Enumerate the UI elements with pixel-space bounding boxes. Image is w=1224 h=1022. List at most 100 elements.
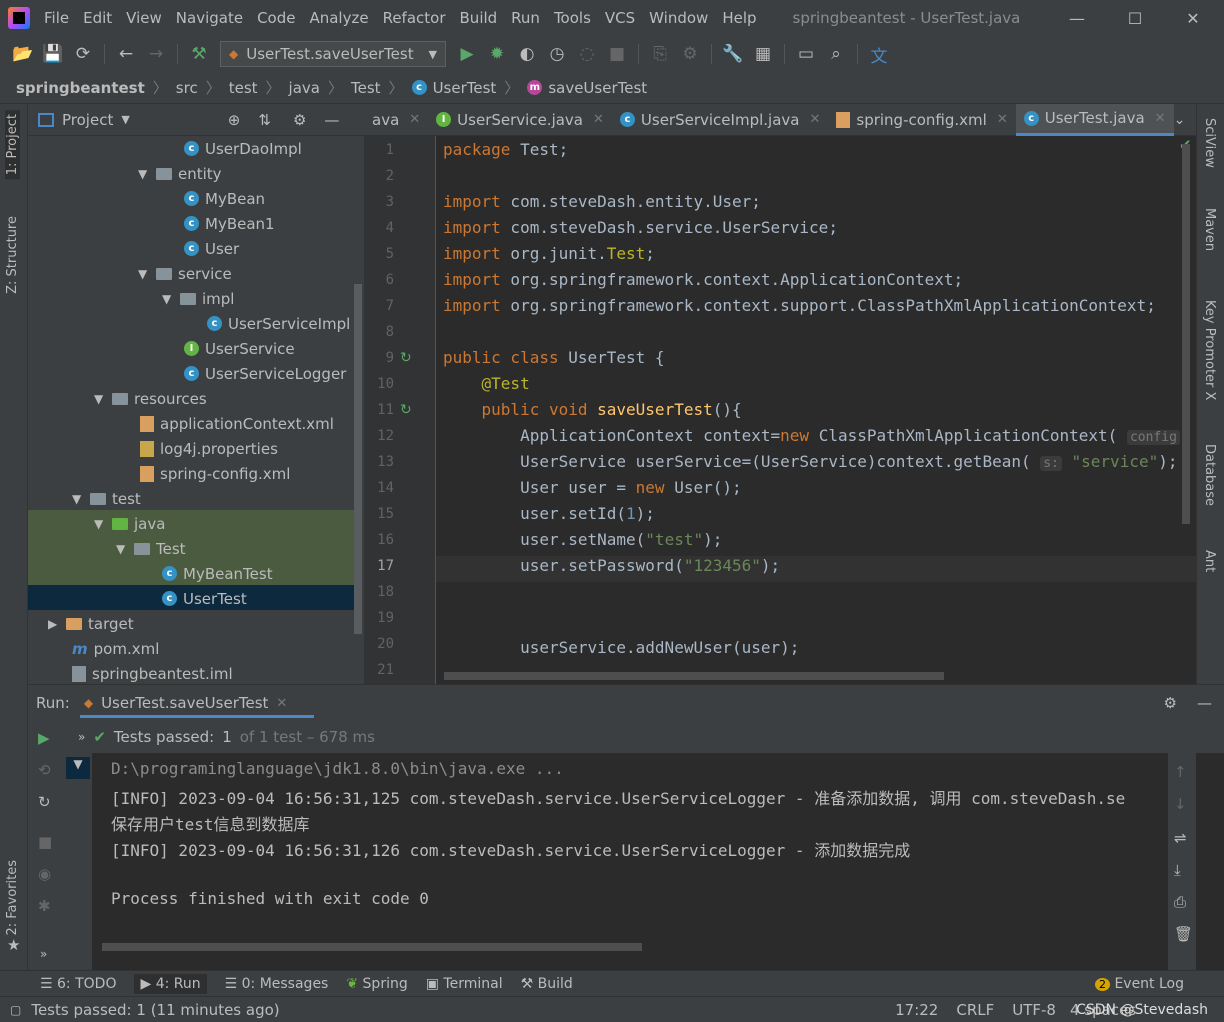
- coverage-icon[interactable]: ◐: [512, 40, 542, 68]
- chevron-down-icon[interactable]: ▼: [121, 113, 129, 126]
- menu-run[interactable]: Run: [511, 9, 540, 27]
- tree-item[interactable]: c UserDaoImpl: [184, 136, 302, 161]
- code-line[interactable]: UserService userService=(UserService)con…: [443, 452, 1177, 471]
- code-line[interactable]: userService.addNewUser(user);: [443, 638, 799, 657]
- ant-tool-tab[interactable]: Ant: [1202, 550, 1217, 572]
- tree-item[interactable]: ▶ target: [48, 611, 134, 636]
- code-line[interactable]: public void saveUserTest(){: [443, 400, 742, 419]
- minimize-icon[interactable]: —: [1048, 0, 1106, 36]
- tab-spring-config[interactable]: spring-config.xml ✕: [828, 104, 1015, 136]
- tree-item[interactable]: c User: [184, 236, 239, 261]
- project-structure-icon[interactable]: ▦: [748, 40, 778, 68]
- menu-view[interactable]: View: [126, 9, 162, 27]
- tree-item-selected[interactable]: c UserTest: [162, 586, 247, 611]
- breadcrumb-project[interactable]: springbeantest 〉: [16, 77, 176, 98]
- breadcrumb-java[interactable]: java 〉: [289, 77, 351, 98]
- menu-refactor[interactable]: Refactor: [383, 9, 446, 27]
- code-line[interactable]: User user = new User();: [443, 478, 742, 497]
- presentation-icon[interactable]: ▭: [791, 40, 821, 68]
- back-icon[interactable]: ←: [111, 40, 141, 68]
- collapse-arrow-icon[interactable]: ▼: [66, 757, 90, 779]
- settings-icon[interactable]: ✱: [38, 897, 51, 915]
- code-line[interactable]: import org.springframework.context.Appli…: [443, 270, 963, 289]
- save-all-icon[interactable]: 💾: [38, 40, 68, 68]
- menu-tools[interactable]: Tools: [554, 9, 591, 27]
- gear-icon[interactable]: ⚙: [293, 111, 306, 129]
- more-icon[interactable]: »: [40, 947, 47, 961]
- run-tab[interactable]: UserTest.saveUserTest: [101, 694, 268, 712]
- tab-usertest[interactable]: c UserTest.java ✕: [1015, 103, 1174, 136]
- tabs-overflow-chevron-icon[interactable]: ⌄: [1174, 112, 1186, 128]
- translate-icon[interactable]: 文: [864, 40, 894, 68]
- event-log-tab[interactable]: 2 Event Log: [1094, 976, 1184, 992]
- tree-item[interactable]: ▼ service: [138, 261, 232, 286]
- console-horizontal-scrollbar[interactable]: [102, 943, 642, 951]
- breadcrumb-package[interactable]: Test 〉: [351, 77, 412, 98]
- breadcrumb-method[interactable]: m saveUserTest: [527, 79, 647, 97]
- editor-vertical-scrollbar[interactable]: [1182, 144, 1190, 524]
- tree-item[interactable]: ▼ java: [94, 511, 165, 536]
- project-scrollbar[interactable]: [354, 284, 362, 634]
- menu-help[interactable]: Help: [722, 9, 756, 27]
- code-line[interactable]: user.setPassword("123456");: [443, 556, 780, 575]
- code-line[interactable]: import com.steveDash.service.UserService…: [443, 218, 838, 237]
- close-tab-icon[interactable]: ✕: [409, 112, 420, 127]
- open-folder-icon[interactable]: 📂: [8, 40, 38, 68]
- tree-item[interactable]: springbeantest.iml: [72, 661, 233, 686]
- settings-wrench-icon[interactable]: 🔧: [718, 40, 748, 68]
- code-line[interactable]: user.setId(1);: [443, 504, 655, 523]
- build-hammer-icon[interactable]: ⚒: [184, 40, 214, 68]
- rerun-icon[interactable]: ▶: [38, 729, 50, 747]
- close-window-icon[interactable]: ✕: [1164, 0, 1222, 36]
- run-tab-bottom[interactable]: ▶ 4: Run: [134, 973, 207, 994]
- menu-window[interactable]: Window: [649, 9, 708, 27]
- breadcrumb-src[interactable]: src 〉: [176, 77, 229, 98]
- tree-item[interactable]: c MyBeanTest: [162, 561, 273, 586]
- console-output[interactable]: D:\programinglanguage\jdk1.8.0\bin\java.…: [92, 753, 1168, 971]
- print-icon[interactable]: ⎙: [1174, 893, 1186, 911]
- search-icon[interactable]: ⌕: [821, 40, 851, 68]
- close-tab-icon[interactable]: ✕: [809, 112, 820, 127]
- stop-icon[interactable]: ■: [602, 40, 632, 68]
- code-line[interactable]: @Test: [443, 374, 530, 393]
- down-arrow-icon[interactable]: ↓: [1174, 795, 1187, 813]
- close-tab-icon[interactable]: ✕: [997, 112, 1008, 127]
- toggle-auto-test-icon[interactable]: ↻: [38, 793, 51, 811]
- key-promoter-tool-tab[interactable]: Key Promoter X: [1202, 300, 1217, 400]
- menu-edit[interactable]: Edit: [83, 9, 112, 27]
- tree-item[interactable]: log4j.properties: [140, 436, 278, 461]
- database-tool-tab[interactable]: Database: [1202, 444, 1217, 506]
- trash-icon[interactable]: 🗑: [1174, 925, 1193, 943]
- close-tab-icon[interactable]: ✕: [593, 112, 604, 127]
- project-tool-tab[interactable]: 1: Project: [5, 110, 20, 180]
- tree-item[interactable]: c UserServiceImpl: [207, 311, 350, 336]
- stop-icon[interactable]: ■: [38, 833, 52, 851]
- tab-userservice[interactable]: I UserService.java ✕: [428, 104, 612, 136]
- build-tab[interactable]: ⚒ Build: [521, 976, 573, 992]
- tree-item[interactable]: m pom.xml: [72, 636, 159, 661]
- scroll-to-end-icon[interactable]: ⤓: [1174, 861, 1181, 879]
- hide-panel-icon[interactable]: —: [1197, 694, 1212, 712]
- run-gutter-icon[interactable]: ↻: [400, 402, 412, 418]
- project-panel-title[interactable]: Project: [62, 111, 113, 129]
- code-line[interactable]: import org.springframework.context.suppo…: [443, 296, 1156, 315]
- code-line[interactable]: public class UserTest {: [443, 348, 665, 367]
- code-line[interactable]: import org.junit.Test;: [443, 244, 655, 263]
- spring-tab[interactable]: ❦ Spring: [346, 976, 407, 992]
- run-gutter-icon[interactable]: ↻: [400, 350, 412, 366]
- breadcrumb-test[interactable]: test 〉: [229, 77, 289, 98]
- rerun-failed-icon[interactable]: ⟲: [38, 761, 51, 779]
- tree-item[interactable]: spring-config.xml: [140, 461, 290, 486]
- menu-code[interactable]: Code: [257, 9, 295, 27]
- line-separator[interactable]: CRLF: [956, 1001, 994, 1019]
- locate-icon[interactable]: ⊕: [228, 111, 241, 129]
- tree-item[interactable]: ▼ test: [72, 486, 141, 511]
- tree-item[interactable]: c MyBean: [184, 186, 265, 211]
- menu-analyze[interactable]: Analyze: [309, 9, 368, 27]
- close-tab-icon[interactable]: ✕: [276, 696, 287, 711]
- structure-tool-tab[interactable]: Z: Structure: [5, 216, 20, 294]
- collapse-icon[interactable]: ⇅: [258, 111, 271, 129]
- tree-item[interactable]: ▼ entity: [138, 161, 222, 186]
- caret-position[interactable]: 17:22: [895, 1001, 938, 1019]
- tree-item[interactable]: ▼ resources: [94, 386, 207, 411]
